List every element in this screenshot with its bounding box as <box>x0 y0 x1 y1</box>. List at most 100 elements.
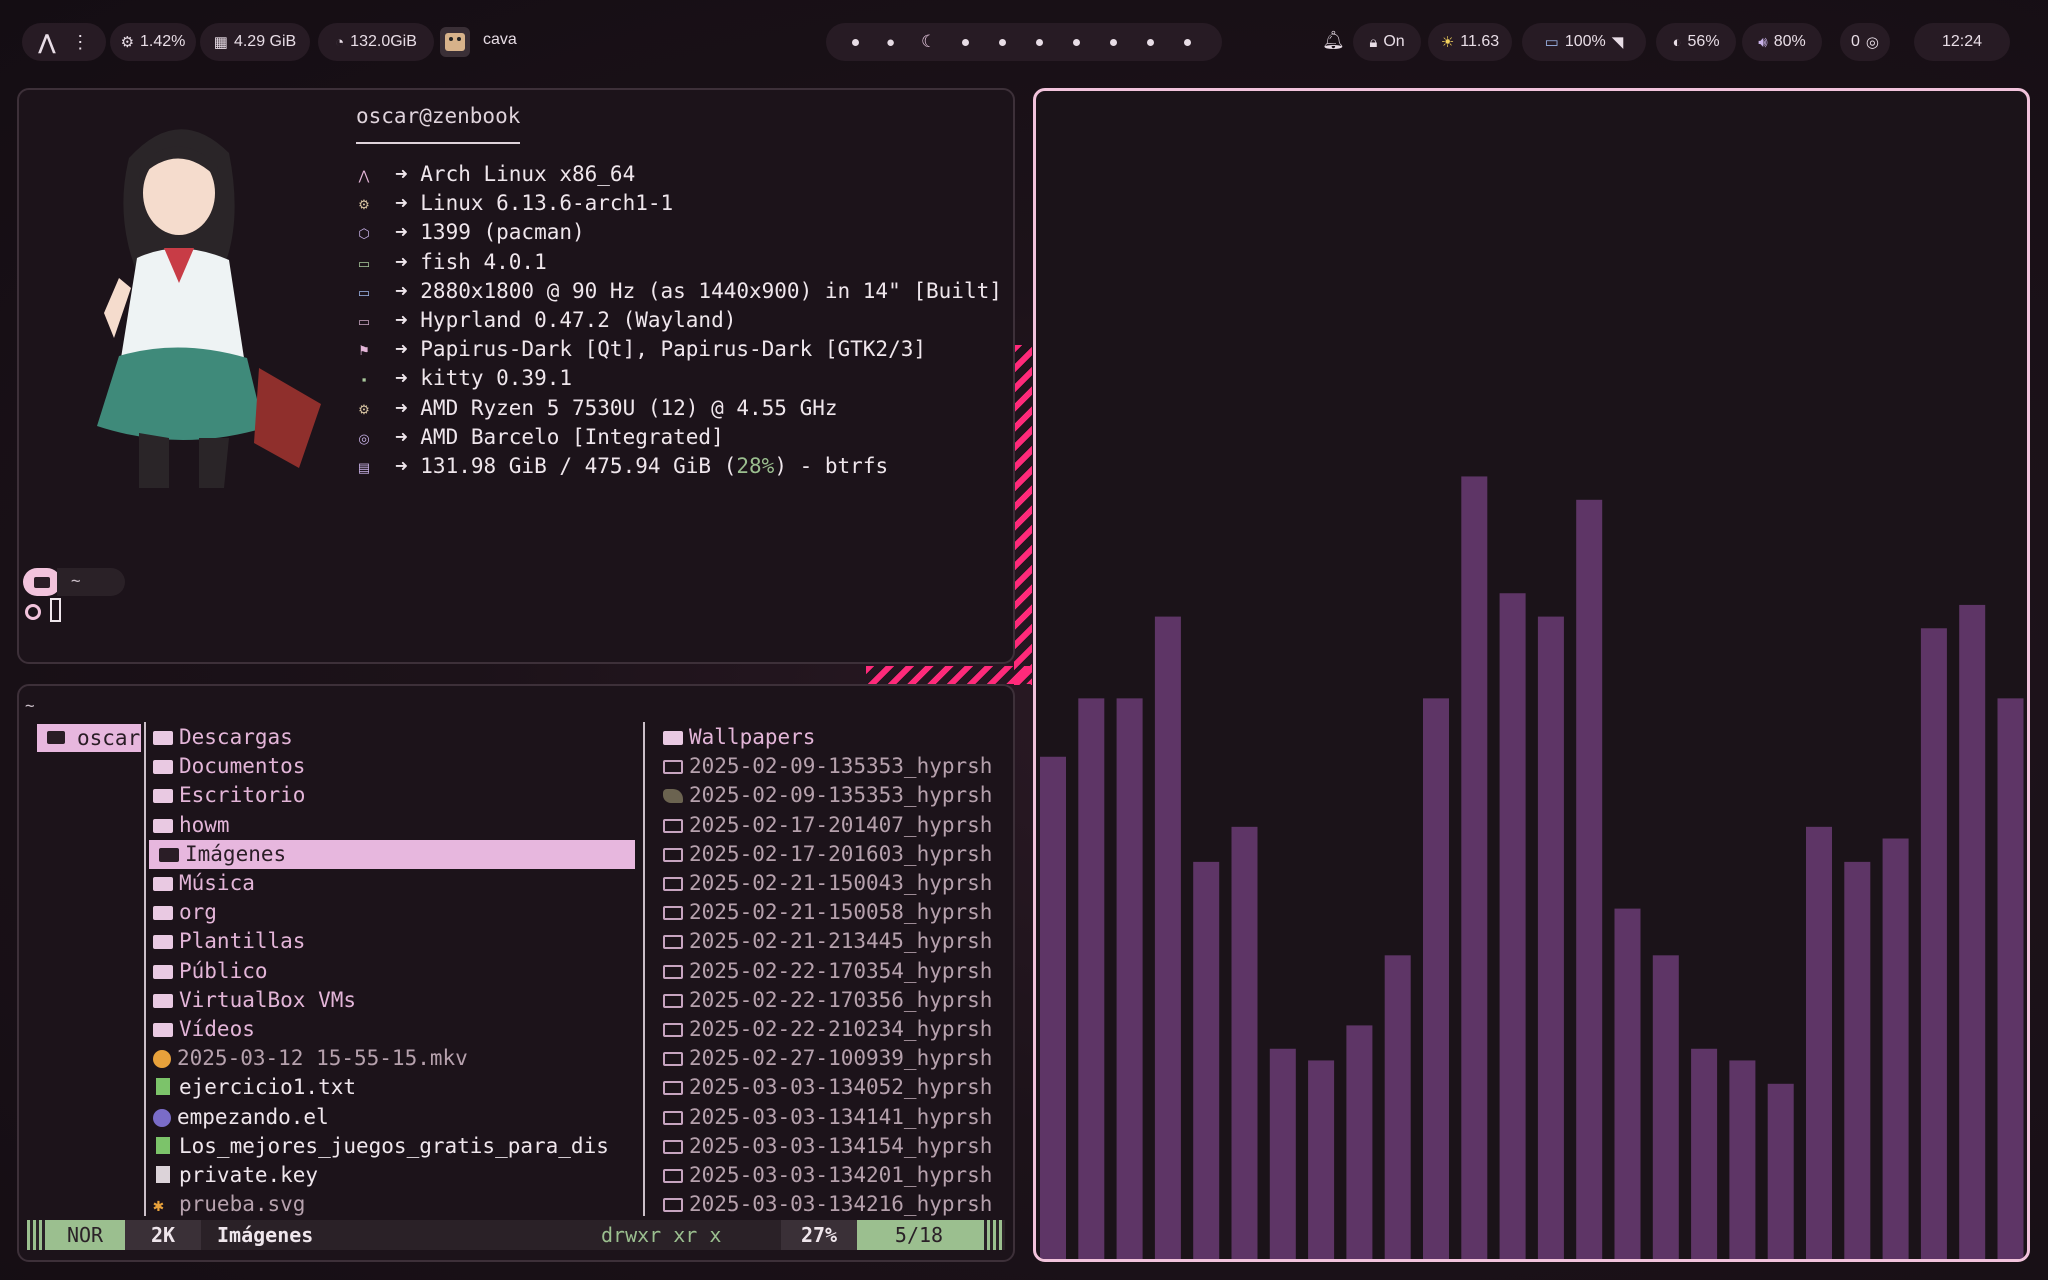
play-icon <box>153 1050 171 1069</box>
preview-file[interactable]: 2025-02-22-170356_hyprsh <box>663 986 992 1015</box>
fastfetch-terminal[interactable]: oscar@zenbook ⋀ ➜ Arch Linux x86_64 ⚙ ➜ Lin… <box>17 88 1015 664</box>
title-underline <box>356 142 520 144</box>
cava-bars <box>1040 476 2024 1259</box>
list-item[interactable]: Música <box>153 869 639 898</box>
cava-bar <box>1729 1060 1756 1259</box>
list-item[interactable]: VirtualBox VMs <box>153 986 639 1015</box>
battery-network-module[interactable]: ▭ 100% ◥ <box>1522 23 1646 61</box>
list-item[interactable]: Vídeos <box>153 1015 639 1044</box>
menu-dots-icon[interactable]: ⋮ <box>71 32 89 53</box>
cava-app-icon[interactable] <box>440 27 470 57</box>
list-item[interactable]: Imágenes <box>149 839 635 869</box>
cpu-usage: 1.42% <box>140 33 186 50</box>
list-item[interactable]: ✱ prueba.svg <box>153 1190 639 1219</box>
workspace-1[interactable] <box>852 39 859 46</box>
launcher-pill[interactable]: ⋀ ⋮ <box>22 23 106 61</box>
gpu-icon: ◎ <box>358 430 370 446</box>
workspace-6[interactable] <box>1036 39 1043 46</box>
file-name: Documentos <box>179 754 306 779</box>
file-name: 2025-03-03-134201_hyprsh <box>689 1163 993 1187</box>
memory-module[interactable]: ▦ 4.29 GiB <box>200 23 310 61</box>
ghost-icon[interactable]: ● <box>886 34 895 51</box>
cava-bar <box>1499 593 1526 1259</box>
weather-module[interactable]: ☀ 11.63 <box>1428 23 1512 61</box>
list-item[interactable]: empezando.el <box>153 1103 639 1132</box>
list-item[interactable]: Escritorio <box>153 781 639 810</box>
yazi-file-manager[interactable]: ~ oscar Descargas Documentos Escritorio how… <box>17 684 1015 1262</box>
brightness-icon: ◐ <box>1672 33 1682 51</box>
cava-bar <box>1806 826 1832 1259</box>
preview-file[interactable]: 2025-02-09-135353_hyprsh <box>663 781 992 810</box>
selected-name: Imágenes <box>217 1223 314 1247</box>
preview-folder[interactable]: Wallpapers <box>663 723 815 752</box>
list-item[interactable]: private.key <box>153 1161 639 1190</box>
file-name: 2025-02-21-213445_hyprsh <box>689 929 993 954</box>
idle-inhibitor-module[interactable]: 🔒︎ On <box>1353 23 1421 61</box>
workspace-7[interactable] <box>1073 39 1080 46</box>
workspace-10[interactable] <box>1184 39 1191 46</box>
preview-file[interactable]: 2025-03-03-134052_hyprsh <box>663 1073 992 1102</box>
folder-icon <box>153 877 173 891</box>
preview-file[interactable]: 2025-02-21-150043_hyprsh <box>663 869 992 898</box>
workspace-9[interactable] <box>1147 39 1154 46</box>
preview-file[interactable]: 2025-02-17-201407_hyprsh <box>663 811 992 840</box>
cursor[interactable] <box>50 598 61 622</box>
prompt-path-segment: ~ <box>57 568 125 596</box>
list-item[interactable]: Público <box>153 957 639 986</box>
preview-file[interactable]: 2025-03-03-134154_hyprsh <box>663 1132 992 1161</box>
flag-icon: ⚑ <box>358 343 370 359</box>
preview-file[interactable]: 2025-02-22-210234_hyprsh <box>663 1015 992 1044</box>
preview-file[interactable]: 2025-02-27-100939_hyprsh <box>663 1044 992 1073</box>
preview-file[interactable]: 2025-02-22-170354_hyprsh <box>663 957 992 986</box>
wifi-icon: ◥ <box>1611 34 1624 51</box>
disk-percent: 28% <box>736 454 775 478</box>
preview-file[interactable]: 2025-02-21-150058_hyprsh <box>663 898 992 927</box>
text-file-icon <box>156 1078 170 1096</box>
notifications-module[interactable]: 0 ◎ <box>1840 23 1890 61</box>
clock: 12:24 <box>1941 33 1983 50</box>
preview-file[interactable]: 2025-03-03-134141_hyprsh <box>663 1103 992 1132</box>
cava-bar <box>1691 1048 1718 1259</box>
image-icon <box>663 1052 683 1067</box>
image-icon <box>663 1198 683 1213</box>
list-item[interactable]: ejercicio1.txt <box>153 1073 639 1102</box>
preview-file[interactable]: 2025-02-17-201603_hyprsh <box>663 840 992 869</box>
arch-logo-icon[interactable]: ⋀ <box>39 30 55 55</box>
list-item[interactable]: howm <box>153 811 639 840</box>
disk-line: ➜ 131.98 GiB / 475.94 GiB (28%) - btrfs <box>395 454 888 478</box>
bell-icon[interactable]: 🔔︎ <box>1322 30 1345 51</box>
moon-icon[interactable]: ☾ <box>921 32 936 52</box>
info-line: ➜ AMD Barcelo [Integrated] <box>395 424 724 449</box>
parent-dir-selected[interactable]: oscar <box>37 724 141 752</box>
disk-usage: 132.0GiB <box>350 33 417 50</box>
folder-icon <box>47 731 65 744</box>
list-item[interactable]: Descargas <box>153 723 639 752</box>
list-item[interactable]: 2025-03-12 15-55-15.mkv <box>153 1044 639 1073</box>
notifications-count: 0 <box>1851 33 1860 50</box>
file-name: 2025-02-22-170356_hyprsh <box>689 987 993 1012</box>
workspace-4[interactable] <box>962 39 969 46</box>
workspace-8[interactable] <box>1110 39 1117 46</box>
file-name: 2025-02-17-201603_hyprsh <box>689 841 993 866</box>
list-item[interactable]: org <box>153 898 639 927</box>
workspace-5[interactable] <box>999 39 1006 46</box>
volume-module[interactable]: 🔊︎ 80% <box>1742 23 1822 61</box>
disk-icon: ▤ <box>357 460 371 475</box>
cava-bar <box>1959 604 1986 1259</box>
preview-file[interactable]: 2025-02-09-135353_hyprsh <box>663 752 992 781</box>
monitor-icon: ▭ <box>357 284 371 300</box>
preview-file[interactable]: 2025-02-21-213445_hyprsh <box>663 927 992 956</box>
brightness-module[interactable]: ◐ 56% <box>1656 23 1736 61</box>
arch-icon: ⋀ <box>358 168 370 183</box>
disk-module[interactable]: ◔ 132.0GiB <box>318 23 434 61</box>
prompt-path: ~ <box>71 571 81 590</box>
list-item[interactable]: Documentos <box>153 752 639 781</box>
preview-file[interactable]: 2025-03-03-134216_hyprsh <box>663 1190 992 1219</box>
file-name: Los_mejores_juegos_gratis_para_dis <box>179 1133 609 1158</box>
list-item[interactable]: Plantillas <box>153 927 639 956</box>
list-item[interactable]: Los_mejores_juegos_gratis_para_dis <box>153 1132 639 1161</box>
preview-file[interactable]: 2025-03-03-134201_hyprsh <box>663 1161 992 1190</box>
cava-visualizer[interactable] <box>1033 88 2030 1262</box>
cpu-module[interactable]: ⚙ 1.42% <box>110 23 196 61</box>
clock-module[interactable]: 12:24 <box>1914 23 2010 61</box>
